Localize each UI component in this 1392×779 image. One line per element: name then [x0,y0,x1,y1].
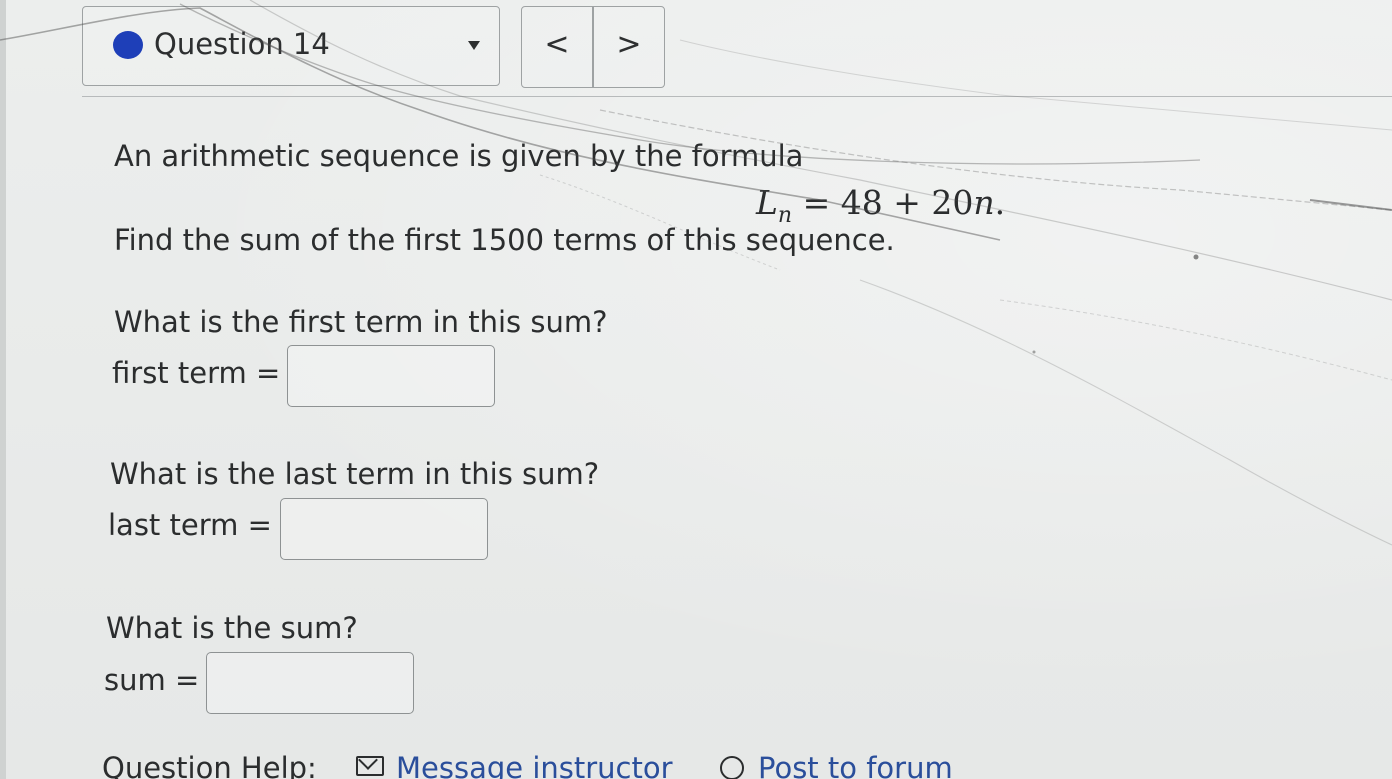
post-to-forum-link[interactable]: Post to forum [758,750,953,779]
message-instructor-link[interactable]: Message instructor [396,750,673,779]
part-2-question: What is the last term in this sum? [110,457,600,491]
header-divider [82,96,1392,97]
part-1-question: What is the first term in this sum? [114,305,608,339]
mail-icon[interactable] [356,756,384,776]
formula-rhs: 48 + 20 [840,183,974,222]
part-2-label: last term = [108,508,272,542]
part-3-question: What is the sum? [106,611,358,645]
forum-bubble-icon[interactable] [720,756,744,779]
problem-instruction: Find the sum of the first 1500 terms of … [114,223,895,257]
formula-lhs-var: L [756,183,778,222]
first-term-input[interactable] [287,345,495,407]
question-help-row: Question Help: Message instructor Post t… [102,750,953,779]
question-status-dot-icon [113,31,143,59]
problem-intro: An arithmetic sequence is given by the f… [114,139,804,173]
screen: Question 14 < > An arithmetic sequence i… [0,0,1392,779]
question-select-label[interactable]: Question 14 [154,26,330,62]
next-question-button[interactable]: > [593,6,665,88]
formula-rhs-var: n [973,183,995,222]
last-term-input[interactable] [280,498,488,560]
previous-question-button[interactable]: < [521,6,593,88]
formula-equals: = [802,183,831,222]
question-help-label: Question Help: [102,751,317,779]
part-3-label: sum = [104,663,200,697]
part-1-label: first term = [112,356,281,390]
formula-end: . [994,183,1006,222]
screen-bezel-edge [0,0,6,779]
sum-input[interactable] [206,652,414,714]
dropdown-caret-icon[interactable] [468,41,480,50]
